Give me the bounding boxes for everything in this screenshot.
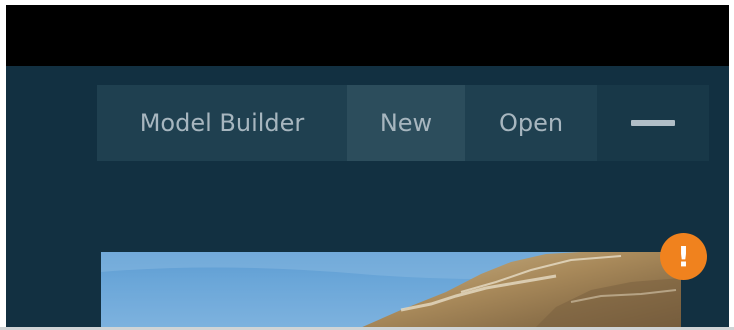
open-label: Open [498,109,564,137]
alert-icon: ! [677,240,690,273]
new-label: New [379,109,433,137]
menu-icon [631,120,675,126]
mountain-illustration [101,252,681,327]
alert-badge[interactable]: ! [660,233,707,280]
toolbar: Model Builder New Open [97,85,709,161]
landscape-image[interactable] [101,252,681,327]
menu-button[interactable] [597,85,709,161]
app-window: Model Builder New Open ! [6,5,729,327]
model-builder-label: Model Builder [139,109,305,137]
model-builder-button[interactable]: Model Builder [97,85,347,161]
new-button[interactable]: New [347,85,465,161]
title-bar [6,5,729,66]
open-button[interactable]: Open [465,85,597,161]
